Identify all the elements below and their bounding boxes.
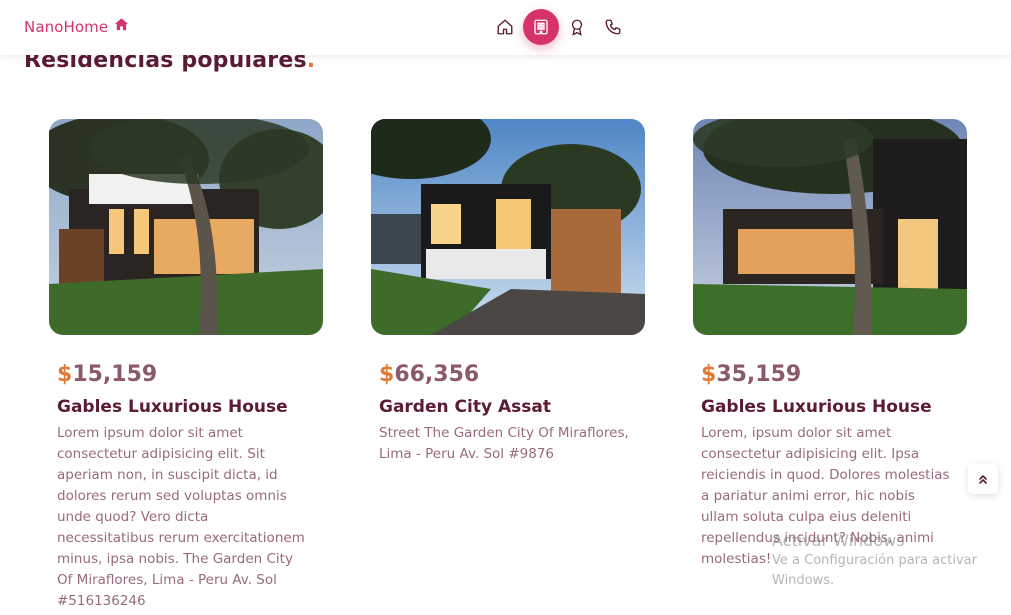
price-amount: 35,159	[716, 362, 802, 387]
residence-photo	[693, 119, 967, 335]
logo-text: NanoHome	[24, 17, 109, 36]
residence-card[interactable]: $66,356 Garden City Assat Street The Gar…	[371, 119, 645, 465]
price: $66,356	[379, 362, 645, 387]
price-amount: 66,356	[394, 362, 480, 387]
watermark-title: Activar Windows	[772, 531, 905, 550]
double-chevron-up-icon	[979, 475, 987, 484]
price: $15,159	[57, 362, 323, 387]
scroll-top-button[interactable]	[968, 464, 998, 494]
residence-photo	[49, 119, 323, 335]
nav-awards[interactable]	[559, 9, 595, 45]
residence-card[interactable]: $15,159 Gables Luxurious House Lorem ips…	[49, 119, 323, 612]
top-header: NanoHome	[0, 0, 1011, 55]
nav-contact[interactable]	[595, 9, 631, 45]
home-solid-icon	[114, 17, 129, 36]
logo[interactable]: NanoHome	[24, 17, 129, 36]
residence-card[interactable]: $35,159 Gables Luxurious House Lorem, ip…	[693, 119, 967, 570]
residence-description: Lorem ipsum dolor sit amet consectetur a…	[57, 425, 305, 609]
price-amount: 15,159	[72, 362, 158, 387]
currency-symbol: $	[379, 362, 395, 387]
nav-home[interactable]	[487, 9, 523, 45]
phone-icon	[605, 19, 621, 35]
main-nav	[487, 9, 631, 45]
nav-residences[interactable]	[523, 9, 559, 45]
residence-name[interactable]: Gables Luxurious House	[57, 397, 323, 417]
watermark-subtitle: Ve a Configuración para activar Windows.	[772, 553, 977, 588]
windows-activation-watermark: Activar Windows Ve a Configuración para …	[772, 531, 1011, 591]
residence-description: Street The Garden City Of Miraflores, Li…	[379, 425, 629, 462]
residence-name[interactable]: Garden City Assat	[379, 397, 645, 417]
residence-name[interactable]: Gables Luxurious House	[701, 397, 967, 417]
currency-symbol: $	[701, 362, 717, 387]
price: $35,159	[701, 362, 967, 387]
home-icon	[497, 19, 513, 35]
residence-photo	[371, 119, 645, 335]
building-icon	[534, 19, 548, 35]
currency-symbol: $	[57, 362, 73, 387]
award-icon	[571, 19, 583, 36]
